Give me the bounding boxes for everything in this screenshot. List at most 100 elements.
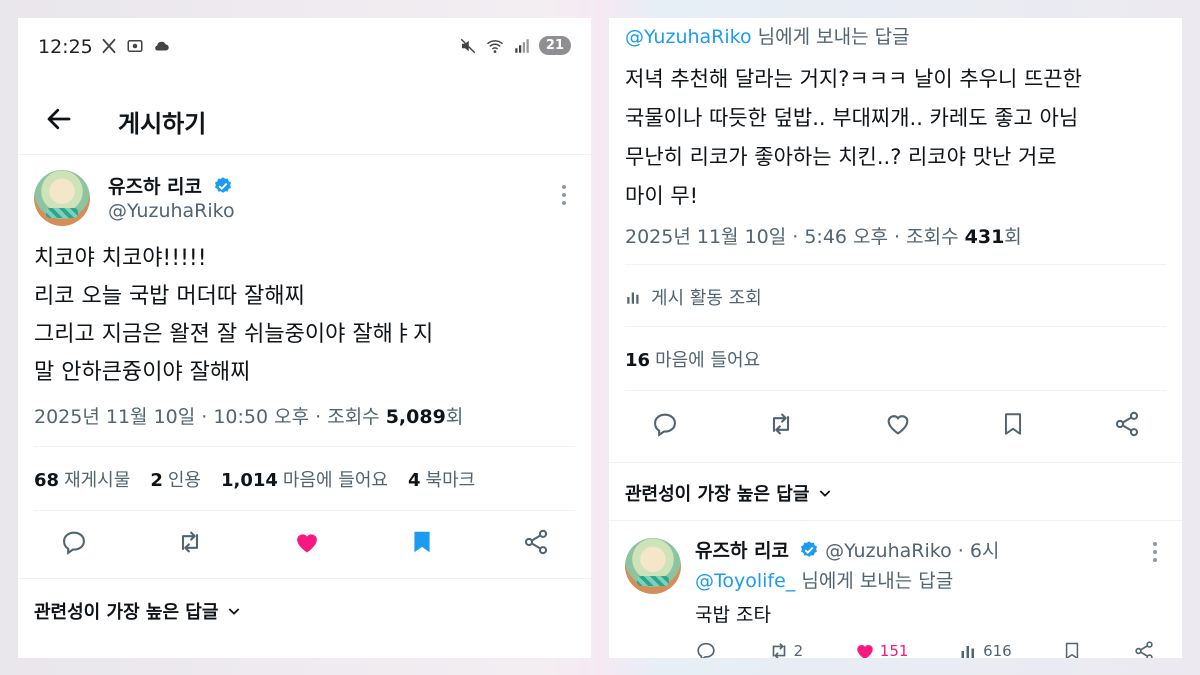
- tweet-line: 저녁 추천해 달라는 거지?ㅋㅋㅋ 날이 추우니 뜨끈한: [625, 67, 1082, 91]
- sort-replies-dropdown[interactable]: 관련성이 가장 높은 답글: [34, 598, 242, 624]
- reply-icon[interactable]: [651, 410, 679, 438]
- verified-badge-icon: [214, 177, 231, 193]
- reply-icon[interactable]: [60, 528, 88, 556]
- view-count[interactable]: 5,089: [386, 406, 446, 428]
- chevron-down-icon: [229, 608, 240, 615]
- header-divider: [18, 154, 591, 155]
- user-handle[interactable]: @YuzuhaRiko: [108, 200, 235, 222]
- divider: [625, 326, 1166, 327]
- back-arrow-icon[interactable]: [44, 104, 74, 134]
- heart-icon[interactable]: [292, 528, 322, 556]
- sub-reply-action-bar: 2 151 616: [695, 640, 1155, 658]
- reply-tweet-meta: 2025년 11월 10일 · 5:46 오후 · 조회수 431회: [625, 222, 1022, 249]
- x-app-icon: [102, 38, 116, 54]
- signal-icon: [515, 38, 529, 53]
- view-suffix: 회: [1004, 226, 1022, 248]
- quotes-stat[interactable]: 2 인용: [150, 466, 201, 492]
- tweet-line: 치코야 치코야!!!!!: [34, 246, 207, 271]
- sort-replies-dropdown[interactable]: 관련성이 가장 높은 답글: [625, 480, 833, 506]
- tweet-line: 마이 무!: [625, 184, 699, 208]
- reply-tweet-text: 저녁 추천해 달라는 거지?ㅋㅋㅋ 날이 추우니 뜨끈한 국물이나 따듯한 덮밥…: [625, 60, 1082, 216]
- divider: [625, 390, 1166, 391]
- view-count[interactable]: 431: [965, 226, 1005, 248]
- like-count: 151: [879, 642, 909, 658]
- wifi-icon: [486, 39, 503, 53]
- engagement-stats: 68 재게시물 2 인용 1,014 마음에 들어요 4 북마크: [34, 466, 475, 492]
- tweet-timestamp: 2025년 11월 10일 · 10:50 오후 · 조회수: [34, 406, 386, 428]
- chevron-down-icon: [820, 490, 831, 497]
- reply-to-suffix: 님에게 보내는 답글: [795, 570, 954, 592]
- display-name[interactable]: 유즈하 리코: [108, 172, 233, 199]
- analytics-icon: [627, 292, 639, 304]
- heart-icon[interactable]: [883, 410, 913, 438]
- battery-indicator: 21: [538, 36, 571, 55]
- reply-context: @YuzuhaRiko 님에게 보내는 답글: [625, 22, 910, 49]
- reply-action[interactable]: [695, 640, 717, 658]
- more-options-icon[interactable]: [1153, 542, 1159, 566]
- tweet-line: 말 안하큰즁이야 잘해찌: [34, 360, 251, 385]
- reply-action-bar: [651, 410, 1141, 438]
- display-name-text: 유즈하 리코: [108, 176, 203, 198]
- post-activity-label: 게시 활동 조회: [651, 288, 762, 309]
- reply-icon: [697, 642, 715, 658]
- bookmark-icon: [1066, 642, 1079, 658]
- left-screenshot-panel: 12:25 21 게시하기 유즈하 리코 @YuzuhaRiko 치코야 치코야…: [18, 18, 591, 658]
- status-time: 12:25: [38, 36, 93, 58]
- retweet-count: 2: [793, 642, 804, 658]
- status-bar: 12:25 21: [18, 18, 591, 78]
- analytics-icon: [961, 646, 975, 658]
- share-icon[interactable]: [522, 528, 550, 556]
- share-action[interactable]: [1133, 640, 1155, 658]
- status-icons-right: 21: [459, 36, 571, 55]
- heart-icon: [857, 645, 873, 658]
- status-icons-left: [100, 37, 172, 55]
- retweet-action[interactable]: 2: [768, 640, 804, 658]
- divider: [609, 520, 1182, 521]
- mute-icon: [460, 38, 476, 53]
- retweets-stat[interactable]: 68 재게시물: [34, 466, 130, 492]
- likes-label: 마음에 들어요: [655, 350, 761, 371]
- divider: [34, 446, 575, 447]
- tweet-line: 국물이나 따듯한 덮밥.. 부대찌개.. 카레도 좋고 아님: [625, 106, 1079, 130]
- bookmark-icon[interactable]: [1000, 410, 1026, 438]
- like-action[interactable]: 151: [854, 640, 909, 658]
- verified-badge-icon: [801, 541, 818, 557]
- reply-display-name[interactable]: 유즈하 리코: [695, 540, 789, 562]
- cloud-icon: [155, 41, 169, 51]
- sort-label: 관련성이 가장 높은 답글: [34, 602, 219, 623]
- share-icon[interactable]: [1113, 410, 1141, 438]
- reply-text: 국밥 조타: [695, 604, 771, 626]
- reply-time: · 6시: [951, 540, 1000, 562]
- reply-avatar[interactable]: [625, 538, 681, 594]
- bookmark-action[interactable]: [1062, 640, 1082, 658]
- likes-stat[interactable]: 1,014 마음에 들어요: [221, 466, 388, 492]
- post-activity-link[interactable]: 게시 활동 조회: [625, 284, 762, 310]
- reply-handle[interactable]: @YuzuhaRiko: [825, 540, 952, 562]
- divider: [18, 578, 591, 579]
- more-options-icon[interactable]: [562, 185, 568, 209]
- reply-timestamp: 2025년 11월 10일 · 5:46 오후 · 조회수: [625, 226, 965, 248]
- likes-stat[interactable]: 16 마음에 들어요: [625, 346, 760, 372]
- tweet-action-bar: [60, 528, 550, 556]
- views-action[interactable]: 616: [959, 640, 1012, 658]
- tweet-line: 무난히 리코가 좋아하는 치킨..? 리코야 맛난 거로: [625, 145, 1057, 169]
- bookmark-icon[interactable]: [409, 528, 435, 556]
- retweet-icon: [772, 643, 785, 658]
- reply-to-handle[interactable]: @YuzuhaRiko: [625, 26, 752, 48]
- likes-count: 16: [625, 350, 651, 371]
- divider: [609, 462, 1182, 463]
- sort-label: 관련성이 가장 높은 답글: [625, 484, 810, 505]
- retweet-icon[interactable]: [766, 410, 796, 438]
- tweet-line: 리코 오늘 국밥 머더따 잘해찌: [34, 284, 305, 309]
- reply-to-handle[interactable]: @Toyolife_: [695, 570, 795, 592]
- view-count: 616: [983, 642, 1012, 658]
- view-suffix: 회: [445, 406, 464, 428]
- divider: [34, 510, 575, 511]
- bookmarks-stat[interactable]: 4 북마크: [408, 466, 475, 492]
- retweet-icon[interactable]: [175, 528, 205, 556]
- divider: [625, 264, 1166, 265]
- tweet-line: 그리고 지금은 왈젼 잘 쉬늘중이야 잘해ㅑ지: [34, 322, 434, 347]
- avatar[interactable]: [34, 170, 90, 226]
- right-screenshot-panel: @YuzuhaRiko 님에게 보내는 답글 저녁 추천해 달라는 거지?ㅋㅋㅋ…: [609, 18, 1182, 658]
- top-header: 게시하기: [18, 94, 591, 154]
